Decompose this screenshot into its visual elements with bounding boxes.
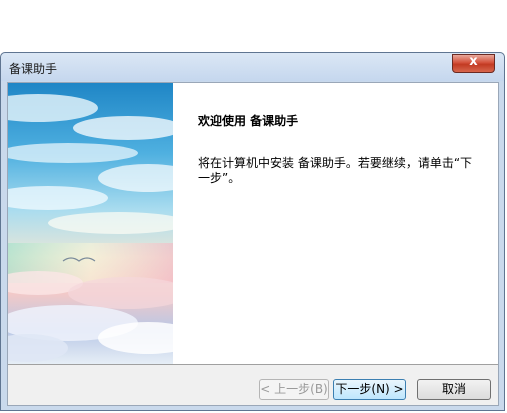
title-bar[interactable]: 备课助手 x (1, 53, 504, 81)
window-title: 备课助手 (9, 62, 58, 76)
wizard-client-area: 欢迎使用 备课助手 将在计算机中安装 备课助手。若要继续，请单击“下一步”。 <… (7, 82, 499, 406)
welcome-panel: 欢迎使用 备课助手 将在计算机中安装 备课助手。若要继续，请单击“下一步”。 (173, 83, 498, 364)
next-button[interactable]: 下一步(N) > (333, 379, 406, 400)
close-button[interactable]: x (452, 54, 495, 73)
installer-window: 备课助手 x 欢迎使用 备课助手 将在计算机中安装 备课助手。若要继续，请单击“… (0, 52, 505, 411)
welcome-heading: 欢迎使用 备课助手 (198, 114, 299, 128)
cancel-button[interactable]: 取消 (417, 379, 491, 400)
sky-banner-image (8, 83, 173, 364)
back-button[interactable]: < 上一步(B) (259, 379, 329, 400)
wizard-button-bar: < 上一步(B) 下一步(N) > 取消 (8, 364, 498, 405)
welcome-description: 将在计算机中安装 备课助手。若要继续，请单击“下一步”。 (198, 156, 473, 185)
close-icon: x (469, 54, 478, 69)
